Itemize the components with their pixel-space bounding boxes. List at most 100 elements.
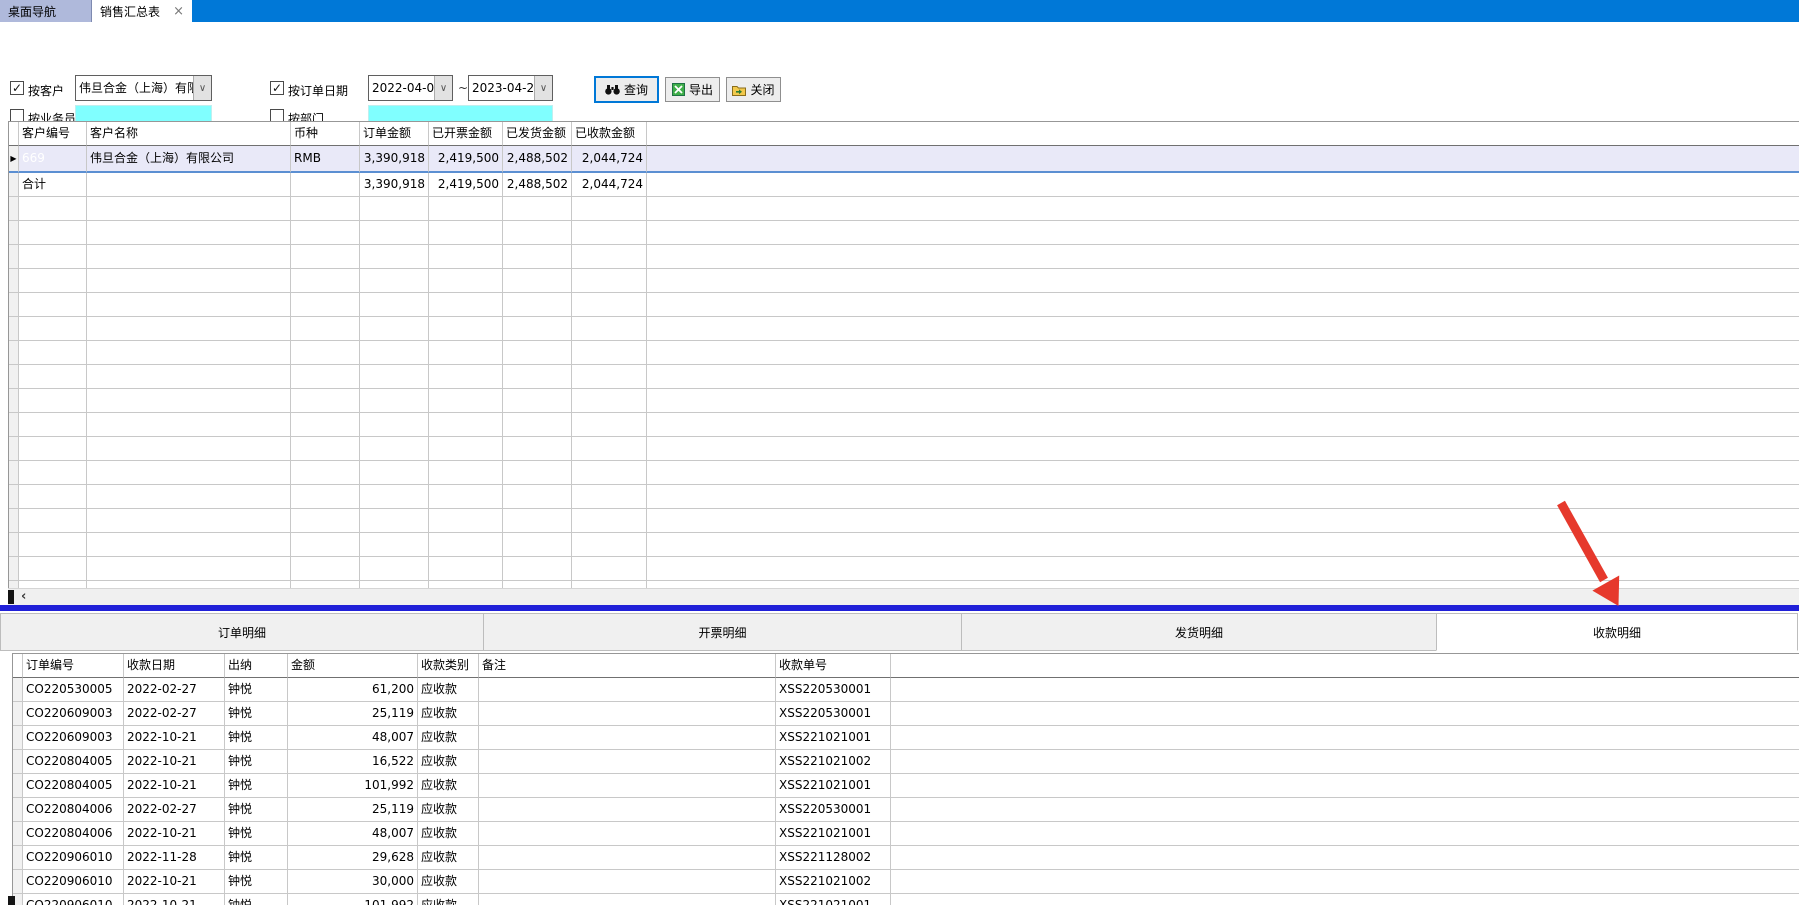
cell[interactable]: 2,044,724 xyxy=(572,146,647,173)
column-header[interactable]: 收款单号 xyxy=(776,654,891,678)
by-order-date-checkbox[interactable]: ✓ xyxy=(270,81,284,95)
cell[interactable]: 2022-10-21 xyxy=(124,870,225,894)
cell[interactable] xyxy=(291,173,360,197)
table-row[interactable]: CO2206090032022-02-27钟悦25,119应收款XSS22053… xyxy=(13,702,1799,726)
column-header[interactable]: 备注 xyxy=(479,654,776,678)
cell[interactable]: CO220906010 xyxy=(23,846,124,870)
column-header[interactable]: 客户名称 xyxy=(87,122,291,146)
cell[interactable]: 2,419,500 xyxy=(429,173,503,197)
cell[interactable]: XSS220530001 xyxy=(776,678,891,702)
cell[interactable] xyxy=(479,894,776,905)
table-row[interactable]: CO2208040052022-10-21钟悦16,522应收款XSS22102… xyxy=(13,750,1799,774)
cell[interactable]: 合计 xyxy=(19,173,87,197)
cell[interactable]: 应收款 xyxy=(418,750,479,774)
cell[interactable]: CO220906010 xyxy=(23,870,124,894)
cell[interactable]: XSS221128002 xyxy=(776,846,891,870)
chevron-down-icon[interactable]: ∨ xyxy=(434,76,452,100)
cell[interactable]: 48,007 xyxy=(288,726,418,750)
cell[interactable]: 61,200 xyxy=(288,678,418,702)
cell[interactable]: RMB xyxy=(291,146,360,173)
cell[interactable]: 101,992 xyxy=(288,894,418,905)
tab-sales-summary[interactable]: 销售汇总表 × xyxy=(92,0,192,22)
cell[interactable]: CO220609003 xyxy=(23,726,124,750)
cell[interactable]: XSS221021001 xyxy=(776,774,891,798)
date-to-select[interactable]: 2023-04-29 ∨ xyxy=(468,75,553,101)
cell[interactable]: 25,119 xyxy=(288,702,418,726)
cell[interactable]: 101,992 xyxy=(288,774,418,798)
cell[interactable] xyxy=(479,798,776,822)
row-selector[interactable] xyxy=(13,726,23,750)
cell[interactable]: 2022-02-27 xyxy=(124,702,225,726)
cell[interactable]: 16,522 xyxy=(288,750,418,774)
column-header[interactable]: 出纳 xyxy=(225,654,288,678)
column-header[interactable]: 已收款金额 xyxy=(572,122,647,146)
cell[interactable]: 3,390,918 xyxy=(360,173,429,197)
summary-hscrollbar[interactable]: ‹ xyxy=(8,588,1799,605)
cell[interactable]: CO220609003 xyxy=(23,702,124,726)
tab-shipment-detail[interactable]: 发货明细 xyxy=(961,613,1437,651)
cell[interactable]: 应收款 xyxy=(418,846,479,870)
cell[interactable]: 应收款 xyxy=(418,726,479,750)
cell[interactable]: 钟悦 xyxy=(225,846,288,870)
cell[interactable]: 669 xyxy=(19,146,87,173)
tab-order-detail[interactable]: 订单明细 xyxy=(0,613,484,651)
column-header[interactable]: 收款日期 xyxy=(124,654,225,678)
table-row[interactable]: CO2208040062022-02-27钟悦25,119应收款XSS22053… xyxy=(13,798,1799,822)
cell[interactable]: XSS221021002 xyxy=(776,750,891,774)
cell[interactable]: 2022-02-27 xyxy=(124,798,225,822)
cell[interactable]: XSS220530001 xyxy=(776,702,891,726)
cell[interactable]: 钟悦 xyxy=(225,774,288,798)
cell[interactable]: 48,007 xyxy=(288,822,418,846)
table-row[interactable]: CO2209060102022-10-21钟悦101,992应收款XSS2210… xyxy=(13,894,1799,905)
tab-receipt-detail[interactable]: 收款明细 xyxy=(1436,613,1798,651)
column-header[interactable]: 已发货金额 xyxy=(503,122,572,146)
panel-splitter[interactable] xyxy=(0,605,1799,611)
cell[interactable] xyxy=(479,678,776,702)
cell[interactable]: 钟悦 xyxy=(225,750,288,774)
row-selector[interactable] xyxy=(9,173,19,197)
cell[interactable]: 2,488,502 xyxy=(503,173,572,197)
cell[interactable]: 应收款 xyxy=(418,678,479,702)
cell[interactable]: 2,419,500 xyxy=(429,146,503,173)
cell[interactable]: 2022-02-27 xyxy=(124,678,225,702)
cell[interactable]: 2022-10-21 xyxy=(124,822,225,846)
column-header[interactable]: 金额 xyxy=(288,654,418,678)
cell[interactable]: CO220804005 xyxy=(23,774,124,798)
column-header[interactable]: 币种 xyxy=(291,122,360,146)
cell[interactable] xyxy=(479,702,776,726)
cell[interactable]: 2022-10-21 xyxy=(124,726,225,750)
cell[interactable]: XSS221021002 xyxy=(776,870,891,894)
cell[interactable]: 2,044,724 xyxy=(572,173,647,197)
by-customer-checkbox[interactable]: ✓ xyxy=(10,81,24,95)
tab-desktop-nav[interactable]: 桌面导航 xyxy=(0,0,92,22)
cell[interactable]: 30,000 xyxy=(288,870,418,894)
column-header[interactable]: 订单金额 xyxy=(360,122,429,146)
row-selector[interactable] xyxy=(13,822,23,846)
detail-hscroll-thumb[interactable] xyxy=(8,896,15,905)
table-row[interactable]: 合计 3,390,9182,419,5002,488,5022,044,724 xyxy=(9,173,1799,197)
cell[interactable] xyxy=(87,173,291,197)
table-row[interactable]: CO2206090032022-10-21钟悦48,007应收款XSS22102… xyxy=(13,726,1799,750)
cell[interactable] xyxy=(479,774,776,798)
cell[interactable]: 3,390,918 xyxy=(360,146,429,173)
cell[interactable] xyxy=(479,822,776,846)
cell[interactable]: 钟悦 xyxy=(225,678,288,702)
cell[interactable]: 应收款 xyxy=(418,894,479,905)
query-button[interactable]: 查询 xyxy=(594,76,659,103)
cell[interactable]: 钟悦 xyxy=(225,702,288,726)
cell[interactable]: CO220804006 xyxy=(23,798,124,822)
cell[interactable]: 钟悦 xyxy=(225,798,288,822)
cell[interactable]: CO220804005 xyxy=(23,750,124,774)
cell[interactable] xyxy=(479,846,776,870)
row-selector[interactable]: ▶ xyxy=(9,146,19,173)
close-tab-icon[interactable]: × xyxy=(173,4,184,19)
cell[interactable]: 应收款 xyxy=(418,774,479,798)
column-header[interactable]: 客户编号 xyxy=(19,122,87,146)
row-selector[interactable] xyxy=(13,798,23,822)
close-button[interactable]: 关闭 xyxy=(726,77,781,102)
table-row[interactable]: CO2209060102022-11-28钟悦29,628应收款XSS22112… xyxy=(13,846,1799,870)
hscroll-thumb[interactable] xyxy=(8,590,14,604)
cell[interactable]: CO220906010 xyxy=(23,894,124,905)
row-selector[interactable] xyxy=(13,846,23,870)
cell[interactable]: 2022-11-28 xyxy=(124,846,225,870)
